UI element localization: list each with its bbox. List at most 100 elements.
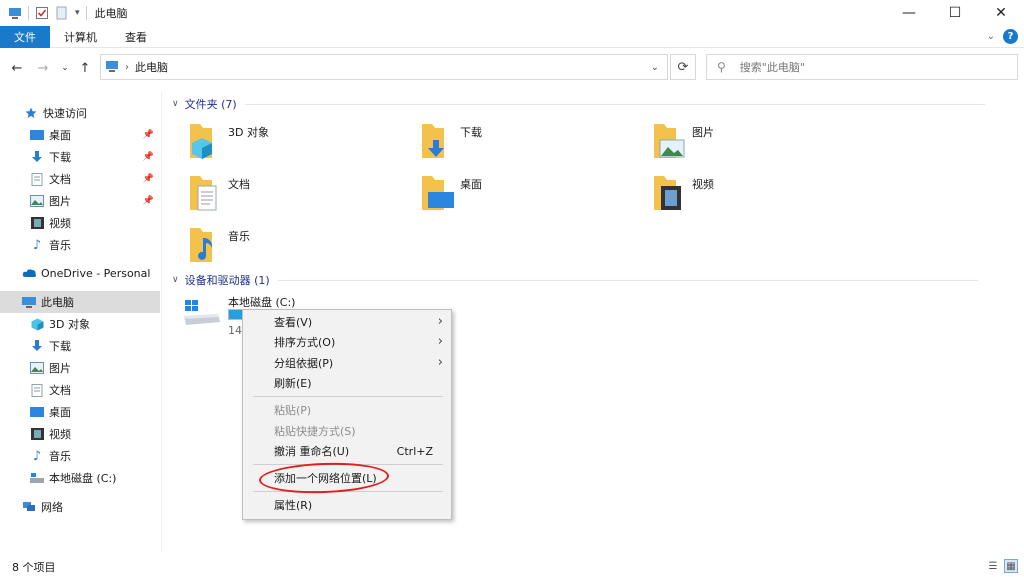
sidebar-item-label: 桌面 <box>49 406 71 419</box>
window-controls: — ☐ ✕ <box>886 0 1024 26</box>
sidebar-item-local-disk[interactable]: 本地磁盘 (C:) <box>0 467 160 489</box>
sidebar-item-network[interactable]: 网络 <box>0 496 160 518</box>
search-box[interactable]: ⚲ <box>706 54 1018 80</box>
tab-file[interactable]: 文件 <box>0 25 50 48</box>
download-icon <box>30 339 44 353</box>
new-folder-icon[interactable] <box>55 6 69 20</box>
sidebar-item-music-pc[interactable]: ♪ 音乐 <box>0 445 160 467</box>
sidebar-item-downloads-pc[interactable]: 下载 <box>0 335 160 357</box>
menu-item-label: 属性(R) <box>274 499 313 512</box>
sidebar-item-pictures-pc[interactable]: 图片 <box>0 357 160 379</box>
chevron-down-icon[interactable]: ∨ <box>172 275 179 285</box>
refresh-button[interactable]: ⟳ <box>670 54 696 80</box>
sidebar-item-music[interactable]: ♪ 音乐 <box>0 234 160 256</box>
tiles-view-icon[interactable]: ▦ <box>1004 559 1018 573</box>
pin-icon[interactable]: 📌 <box>143 130 154 140</box>
menu-separator <box>253 396 443 397</box>
folder-icon <box>420 172 454 210</box>
group-header-devices[interactable]: ∨ 设备和驱动器 (1) <box>172 272 1012 288</box>
tab-computer[interactable]: 计算机 <box>50 26 111 48</box>
search-input[interactable] <box>739 60 990 74</box>
drive-icon <box>182 298 222 331</box>
desktop-icon <box>30 128 44 142</box>
navigation-pane: 快速访问 桌面 📌 下载 📌 文档 📌 图片 📌 视频 ♪ 音乐 OneDriv… <box>0 92 162 552</box>
computer-icon <box>22 295 36 309</box>
menu-item-sort-by[interactable]: 排序方式(O) › <box>243 332 451 352</box>
address-bar[interactable]: › 此电脑 ⌄ <box>100 54 668 80</box>
sidebar-item-label: 文档 <box>49 384 71 397</box>
picture-icon <box>30 361 44 375</box>
properties-icon[interactable] <box>35 6 49 20</box>
pin-icon[interactable]: 📌 <box>143 152 154 162</box>
video-icon <box>30 216 44 230</box>
menu-item-properties[interactable]: 属性(R) <box>243 495 451 515</box>
minimize-button[interactable]: — <box>886 0 932 26</box>
menu-item-shortcut: Ctrl+Z <box>396 444 433 458</box>
sidebar-item-label: 桌面 <box>49 129 71 142</box>
folder-3d-objects[interactable]: 3D 对象 <box>188 120 269 166</box>
folder-videos[interactable]: 视频 <box>652 172 714 218</box>
star-icon <box>24 106 38 120</box>
chevron-right-icon: › <box>437 334 443 349</box>
sidebar-item-label: 下载 <box>49 151 71 164</box>
details-view-icon[interactable]: ☰ <box>986 559 1000 573</box>
group-header-folders[interactable]: ∨ 文件夹 (7) <box>172 96 1012 112</box>
chevron-right-icon[interactable]: › <box>125 62 129 73</box>
pin-icon[interactable]: 📌 <box>143 174 154 184</box>
recent-locations-button[interactable]: ⌄ <box>56 63 74 73</box>
chevron-down-icon[interactable]: ⌄ <box>651 62 659 73</box>
sidebar-item-onedrive[interactable]: OneDrive - Personal <box>0 262 160 284</box>
drive-label: 本地磁盘 (C:) <box>228 296 296 309</box>
folder-icon <box>188 224 220 262</box>
forward-button[interactable]: → <box>34 61 52 76</box>
up-button[interactable]: ↑ <box>76 61 94 76</box>
status-bar: 8 个项目 ☰ ▦ <box>0 556 1024 577</box>
sidebar-item-pictures[interactable]: 图片 📌 <box>0 190 160 212</box>
help-icon[interactable]: ? <box>1003 29 1018 44</box>
sidebar-item-videos-pc[interactable]: 视频 <box>0 423 160 445</box>
folder-desktop[interactable]: 桌面 <box>420 172 482 218</box>
menu-item-paste[interactable]: 粘贴(P) <box>243 400 451 420</box>
expand-ribbon-icon[interactable]: ⌄ <box>987 31 995 42</box>
sidebar-item-label: 音乐 <box>49 450 71 463</box>
search-icon: ⚲ <box>717 60 726 74</box>
chevron-right-icon: › <box>437 355 443 370</box>
sidebar-item-label: 此电脑 <box>41 296 74 309</box>
sidebar-item-quick-access[interactable]: 快速访问 <box>0 102 160 124</box>
tab-view[interactable]: 查看 <box>111 26 161 48</box>
folder-label: 下载 <box>460 126 482 139</box>
menu-item-label: 分组依据(P) <box>274 357 334 370</box>
menu-item-label: 查看(V) <box>274 316 313 329</box>
maximize-button[interactable]: ☐ <box>932 0 978 26</box>
sidebar-item-label: OneDrive - Personal <box>41 266 151 280</box>
sidebar-item-videos[interactable]: 视频 <box>0 212 160 234</box>
sidebar-item-downloads[interactable]: 下载 📌 <box>0 146 160 168</box>
folder-pictures[interactable]: 图片 <box>652 120 714 166</box>
folder-downloads[interactable]: 下载 <box>420 120 482 166</box>
sidebar-item-documents[interactable]: 文档 📌 <box>0 168 160 190</box>
menu-item-paste-shortcut[interactable]: 粘贴快捷方式(S) <box>243 421 451 441</box>
sidebar-item-this-pc[interactable]: 此电脑 <box>0 291 160 313</box>
menu-item-undo-rename[interactable]: 撤消 重命名(U) Ctrl+Z <box>243 441 451 461</box>
folder-music[interactable]: 音乐 <box>188 224 250 270</box>
chevron-down-icon[interactable]: ∨ <box>172 99 179 109</box>
title-bar: ▾ 此电脑 — ☐ ✕ <box>0 0 1024 26</box>
quick-access-toolbar: ▾ <box>0 6 87 20</box>
sidebar-item-desktop[interactable]: 桌面 📌 <box>0 124 160 146</box>
menu-item-label: 粘贴快捷方式(S) <box>274 425 356 438</box>
divider <box>85 6 87 20</box>
customize-toolbar-icon[interactable]: ▾ <box>75 8 80 18</box>
close-button[interactable]: ✕ <box>978 0 1024 26</box>
sidebar-item-3d-objects[interactable]: 3D 对象 <box>0 313 160 335</box>
sidebar-item-documents-pc[interactable]: 文档 <box>0 379 160 401</box>
menu-item-refresh[interactable]: 刷新(E) <box>243 373 451 393</box>
folder-label: 文档 <box>228 178 250 191</box>
sidebar-item-desktop-pc[interactable]: 桌面 <box>0 401 160 423</box>
pin-icon[interactable]: 📌 <box>143 196 154 206</box>
menu-item-group-by[interactable]: 分组依据(P) › <box>243 353 451 373</box>
menu-item-view[interactable]: 查看(V) › <box>243 312 451 332</box>
back-button[interactable]: ← <box>8 61 26 76</box>
sidebar-item-label: 3D 对象 <box>49 318 90 331</box>
divider <box>28 6 29 20</box>
folder-documents[interactable]: 文档 <box>188 172 250 218</box>
